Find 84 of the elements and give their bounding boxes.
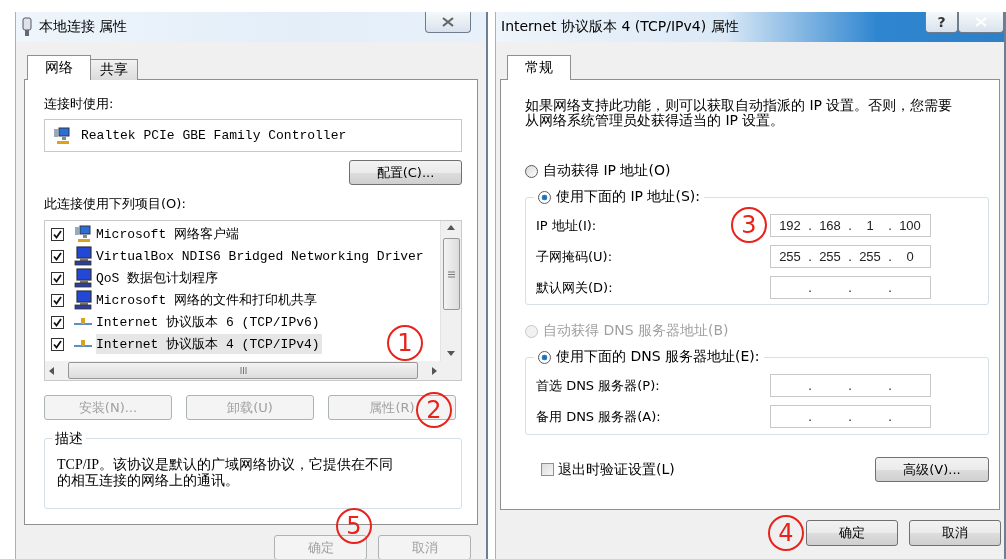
scrollbar-thumb[interactable]: [442, 238, 460, 310]
field-label: IP 地址(I):: [536, 216, 597, 235]
ip-address-field[interactable]: . . .: [770, 405, 931, 428]
radio-button[interactable]: [525, 164, 538, 178]
list-item[interactable]: Internet 协议版本 4 (TCP/IPv4): [51, 333, 322, 355]
network-client-icon: [74, 225, 92, 243]
advanced-button[interactable]: 高级(V)...: [875, 457, 989, 482]
checkbox-option[interactable]: 退出时验证设置(L): [541, 457, 675, 482]
tab[interactable]: 共享: [90, 59, 138, 80]
item-label: VirtualBox NDIS6 Bridged Networking Driver: [96, 247, 425, 265]
ip-address-field[interactable]: 255 . 255 . 255 . 0: [770, 245, 931, 268]
configure-button[interactable]: 配置(C)...: [349, 160, 462, 185]
adapter-name: Realtek PCIe GBE Family Controller: [81, 128, 347, 143]
down-arrow-icon: [447, 351, 455, 356]
list-item[interactable]: Microsoft 网络的文件和打印机共享: [51, 289, 319, 311]
close-button[interactable]: [425, 12, 471, 33]
radio-button[interactable]: [538, 350, 551, 364]
item-label: Microsoft 网络的文件和打印机共享: [96, 292, 318, 310]
item-label: Internet 协议版本 4 (TCP/IPv4): [96, 334, 322, 354]
connection-icon: [21, 17, 33, 37]
field-label: 默认网关(D):: [536, 278, 613, 297]
close-icon: [442, 17, 454, 27]
item-label: Microsoft 网络客户端: [96, 226, 240, 244]
list-item[interactable]: QoS 数据包计划程序: [51, 267, 221, 289]
list-item[interactable]: Microsoft 网络客户端: [51, 223, 241, 245]
section-label: 此连接使用下列项目(O):: [44, 195, 187, 213]
annotation-marker: 5: [336, 508, 372, 544]
up-arrow-icon: [447, 225, 455, 230]
checkmark-icon: [53, 229, 62, 239]
radio-option[interactable]: 自动获得 IP 地址(O): [525, 162, 989, 180]
checkbox[interactable]: [51, 227, 64, 241]
scrollbar-thumb[interactable]: [68, 362, 418, 379]
grip-icon: [447, 270, 455, 278]
checkbox[interactable]: [51, 271, 64, 285]
tab[interactable]: 网络: [27, 55, 91, 80]
horizontal-scrollbar[interactable]: [45, 361, 461, 380]
checkmark-icon: [53, 295, 62, 305]
ip-address-field[interactable]: 192 . 168 . 1 . 100: [770, 214, 931, 237]
radio-button[interactable]: [538, 190, 551, 204]
field-label: 备用 DNS 服务器(A):: [536, 407, 661, 426]
annotation-marker: 4: [768, 515, 804, 551]
item-label: Internet 协议版本 6 (TCP/IPv6): [96, 314, 321, 332]
checkmark-icon: [53, 251, 62, 261]
window-title: 本地连接 属性: [39, 18, 129, 36]
network-client-icon: [53, 126, 71, 145]
field-label: 子网掩码(U):: [536, 247, 613, 266]
list-item[interactable]: Internet 协议版本 6 (TCP/IPv6): [51, 311, 322, 333]
left-arrow-icon: [49, 366, 54, 375]
monitor-icon: [74, 290, 92, 310]
description-text: TCP/IP。该协议是默认的广域网络协议，它提供在不同的相互连接的网络上的通讯。: [57, 457, 394, 489]
field-label: 首选 DNS 服务器(P):: [536, 376, 660, 395]
section-label: 连接时使用:: [44, 95, 115, 113]
list-item[interactable]: VirtualBox NDIS6 Bridged Networking Driver: [51, 245, 426, 267]
annotation-marker: 2: [416, 392, 452, 428]
checkbox[interactable]: [541, 463, 554, 476]
checkmark-icon: [53, 317, 62, 327]
right-arrow-icon: [432, 366, 437, 375]
checkbox[interactable]: [51, 293, 64, 307]
window-title: Internet 协议版本 4 (TCP/IPv4) 属性: [501, 18, 740, 36]
item-label: QoS 数据包计划程序: [96, 270, 220, 288]
checkmark-icon: [53, 339, 62, 349]
network-protocol-icon: [74, 340, 92, 348]
checkbox[interactable]: [51, 337, 64, 351]
radio-option[interactable]: 使用下面的 DNS 服务器地址(E):: [534, 348, 764, 366]
checkbox[interactable]: [51, 249, 64, 263]
ip-address-field[interactable]: . . .: [770, 276, 931, 299]
dialog-button[interactable]: 取消: [909, 520, 1001, 546]
intro-text: 如果网络支持此功能，则可以获取自动指派的 IP 设置。否则，您需要从网络系统管理员处获得适当的 IP 设置。: [525, 98, 954, 128]
tab[interactable]: 常规: [507, 55, 571, 80]
checkbox[interactable]: [51, 315, 64, 329]
close-icon: [975, 17, 987, 27]
dialog-button[interactable]: 确定: [806, 520, 898, 546]
monitor-icon: [74, 246, 92, 266]
ip-address-field[interactable]: . . .: [770, 374, 931, 397]
radio-option[interactable]: 使用下面的 IP 地址(S):: [534, 188, 704, 206]
group-title: 描述: [52, 430, 86, 448]
network-protocol-icon: [74, 318, 92, 326]
help-button[interactable]: ?: [925, 12, 958, 33]
grip-icon: [239, 367, 247, 374]
annotation-marker: 3: [731, 207, 767, 243]
monitor-icon: [74, 268, 92, 288]
vertical-scrollbar[interactable]: [440, 221, 461, 361]
checkmark-icon: [53, 273, 62, 283]
close-button[interactable]: [958, 12, 1004, 33]
